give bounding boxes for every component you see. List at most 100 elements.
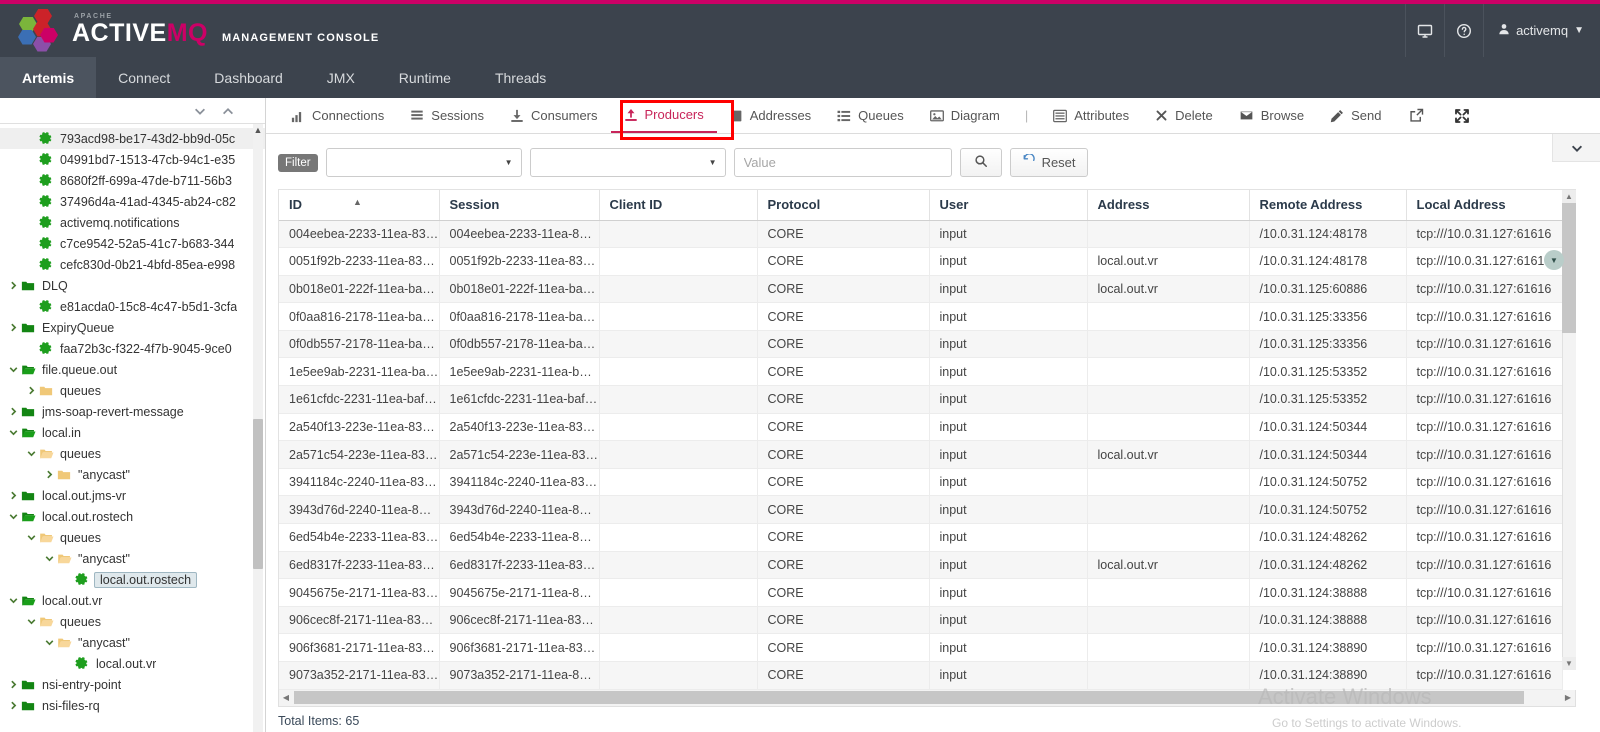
toolbar-tab-browse[interactable]: Browse (1226, 98, 1317, 133)
cell-address[interactable]: local.out.vr (1087, 440, 1250, 469)
toolbar-tab-send[interactable]: Send (1317, 98, 1394, 133)
cell-session[interactable]: 3941184c-2240-11ea-83… (439, 468, 600, 497)
nav-tab-threads[interactable]: Threads (473, 57, 568, 98)
tree-item[interactable]: c7ce9542-52a5-41c7-b683-344 (0, 233, 265, 254)
tree-item[interactable]: local.out.vr (0, 590, 265, 611)
tree-item[interactable]: "anycast" (0, 548, 265, 569)
tree-item[interactable]: 8680f2ff-699a-47de-b711-56b3 (0, 170, 265, 191)
chevron-right-icon[interactable] (6, 700, 20, 711)
cell-session[interactable]: 0b018e01-222f-11ea-ba… (439, 275, 600, 304)
chevron-down-icon[interactable] (6, 427, 20, 438)
chevron-down-icon[interactable] (6, 511, 20, 522)
table-header-client-id[interactable]: Client ID (599, 190, 758, 221)
table-header-remote-address[interactable]: Remote Address (1249, 190, 1407, 221)
toolbar-tab-consumers[interactable]: Consumers (497, 98, 610, 133)
tree-item[interactable]: ExpiryQueue (0, 317, 265, 338)
tree-item[interactable]: queues (0, 380, 265, 401)
cell-session[interactable]: 1e5ee9ab-2231-11ea-ba… (439, 357, 600, 387)
table-header-address[interactable]: Address (1087, 190, 1250, 221)
toolbar-tab-diagram[interactable]: Diagram (917, 98, 1013, 133)
nav-tab-runtime[interactable]: Runtime (377, 57, 473, 98)
table-row[interactable]: 0f0db557-2178-11ea-ba… 0f0db557-2178-11ea… (279, 330, 1563, 359)
cell-session[interactable]: 906cec8f-2171-11ea-83… (439, 606, 600, 635)
table-row[interactable]: 9073a352-2171-11ea-83… 9073a352-2171-11ea… (279, 661, 1563, 690)
hscroll-left-arrow[interactable]: ◀ (279, 690, 293, 705)
monitor-icon[interactable] (1405, 4, 1444, 57)
chevron-down-icon[interactable] (42, 637, 56, 648)
toolbar-tab-queues[interactable]: Queues (824, 98, 917, 133)
tree-scrollbar-thumb[interactable] (253, 419, 263, 569)
filter-search-button[interactable] (959, 148, 1002, 177)
toolbar-tab-producers[interactable]: Producers (610, 98, 717, 133)
chevron-right-icon[interactable] (6, 280, 20, 291)
chevron-down-icon[interactable] (24, 448, 38, 459)
cell-session[interactable]: 2a571c54-223e-11ea-83… (439, 440, 600, 469)
chevron-right-icon[interactable] (6, 490, 20, 501)
tree-item[interactable]: jms-soap-revert-message (0, 401, 265, 422)
table-row[interactable]: 0b018e01-222f-11ea-ba… 0b018e01-222f-11ea… (279, 275, 1563, 304)
filter-field-select[interactable]: ▼ (325, 148, 522, 177)
tree-item[interactable]: "anycast" (0, 632, 265, 653)
table-row[interactable]: 0051f92b-2233-11ea-83… 0051f92b-2233-11ea… (279, 247, 1563, 276)
cell-address[interactable]: local.out.vr (1087, 551, 1250, 580)
nav-tab-dashboard[interactable]: Dashboard (192, 57, 305, 98)
cell-session[interactable]: 6ed8317f-2233-11ea-83… (439, 551, 600, 580)
cell-session[interactable]: 6ed54b4e-2233-11ea-83… (439, 523, 600, 552)
hscroll-right-arrow[interactable]: ▶ (1561, 690, 1575, 705)
tree-item[interactable]: queues (0, 611, 265, 632)
table-row[interactable]: 3941184c-2240-11ea-83… 3941184c-2240-11ea… (279, 468, 1563, 497)
external-link-icon[interactable] (1394, 98, 1439, 133)
chevron-down-icon[interactable] (6, 364, 20, 375)
chevron-right-icon[interactable] (6, 406, 20, 417)
table-header-id[interactable]: ID ▲ (279, 190, 440, 221)
table-row[interactable]: 1e5ee9ab-2231-11ea-ba… 1e5ee9ab-2231-11ea… (279, 357, 1563, 387)
tree-item[interactable]: activemq.notifications (0, 212, 265, 233)
toolbar-tab-connections[interactable]: Connections (278, 98, 397, 133)
cell-session[interactable]: 004eebea-2233-11ea-83… (439, 220, 600, 249)
tree-item[interactable]: DLQ (0, 275, 265, 296)
table-scroll-down-arrow[interactable]: ▼ (1562, 657, 1576, 670)
tree-item[interactable]: faa72b3c-f322-4f7b-9045-9ce0 (0, 338, 265, 359)
help-circle-icon[interactable] (1444, 4, 1483, 57)
table-row[interactable]: 906f3681-2171-11ea-83… 906f3681-2171-11ea… (279, 633, 1563, 662)
chevron-down-icon[interactable] (24, 616, 38, 627)
cell-session[interactable]: 9045675e-2171-11ea-83… (439, 578, 600, 607)
table-row[interactable]: 906cec8f-2171-11ea-83… 906cec8f-2171-11ea… (279, 606, 1563, 635)
table-scrollbar-thumb[interactable] (1562, 203, 1576, 333)
filter-value-input[interactable] (733, 148, 952, 177)
cell-address[interactable]: local.out.vr (1087, 275, 1250, 304)
cell-session[interactable]: 3943d76d-2240-11ea-8… (439, 495, 600, 525)
chevron-right-icon[interactable] (24, 385, 38, 396)
cell-address[interactable]: local.out.vr (1087, 247, 1250, 276)
expand-arrows-icon[interactable] (1439, 98, 1485, 133)
chevron-down-icon[interactable] (6, 595, 20, 606)
panel-collapse-chevron-down-icon[interactable] (1552, 134, 1600, 162)
table-header-local-address[interactable]: Local Address (1406, 190, 1563, 221)
cell-session[interactable]: 906f3681-2171-11ea-83… (439, 633, 600, 662)
table-row[interactable]: 0f0aa816-2178-11ea-ba… 0f0aa816-2178-11ea… (279, 302, 1563, 331)
chevron-right-icon[interactable] (6, 679, 20, 690)
tree-item[interactable]: 793acd98-be17-43d2-bb9d-05c (0, 128, 265, 149)
table-row[interactable]: 1e61cfdc-2231-11ea-baf… 1e61cfdc-2231-11e… (279, 385, 1563, 414)
filter-reset-button[interactable]: Reset (1009, 148, 1088, 177)
table-vertical-scrollbar[interactable]: ▲ ▼ (1562, 190, 1576, 670)
chevron-right-icon[interactable] (6, 322, 20, 333)
table-row[interactable]: 6ed54b4e-2233-11ea-83… 6ed54b4e-2233-11ea… (279, 523, 1563, 552)
tree-item[interactable]: local.out.rostech (0, 569, 265, 590)
collapse-all-chevron-up-icon[interactable] (221, 104, 235, 118)
tree-scroll-up-arrow[interactable]: ▲ (253, 125, 263, 136)
chevron-right-icon[interactable] (42, 469, 56, 480)
nav-tab-connect[interactable]: Connect (96, 57, 192, 98)
table-row[interactable]: 004eebea-2233-11ea-83… 004eebea-2233-11ea… (279, 220, 1563, 249)
tree-item[interactable]: local.out.vr (0, 653, 265, 674)
table-row[interactable]: 9045675e-2171-11ea-83… 9045675e-2171-11ea… (279, 578, 1563, 607)
table-horizontal-scrollbar[interactable]: ◀ ▶ (278, 689, 1576, 707)
table-row[interactable]: 6ed8317f-2233-11ea-83… 6ed8317f-2233-11ea… (279, 551, 1563, 580)
tree-item[interactable]: nsi-files-rq (0, 695, 265, 716)
cell-session[interactable]: 9073a352-2171-11ea-83… (439, 661, 600, 690)
table-row[interactable]: 2a540f13-223e-11ea-83… 2a540f13-223e-11ea… (279, 413, 1563, 442)
toolbar-tab-addresses[interactable]: Addresses (717, 98, 824, 133)
filter-operator-select[interactable]: ▼ (529, 148, 726, 177)
cell-session[interactable]: 2a540f13-223e-11ea-83… (439, 413, 600, 442)
chevron-down-icon[interactable] (24, 532, 38, 543)
